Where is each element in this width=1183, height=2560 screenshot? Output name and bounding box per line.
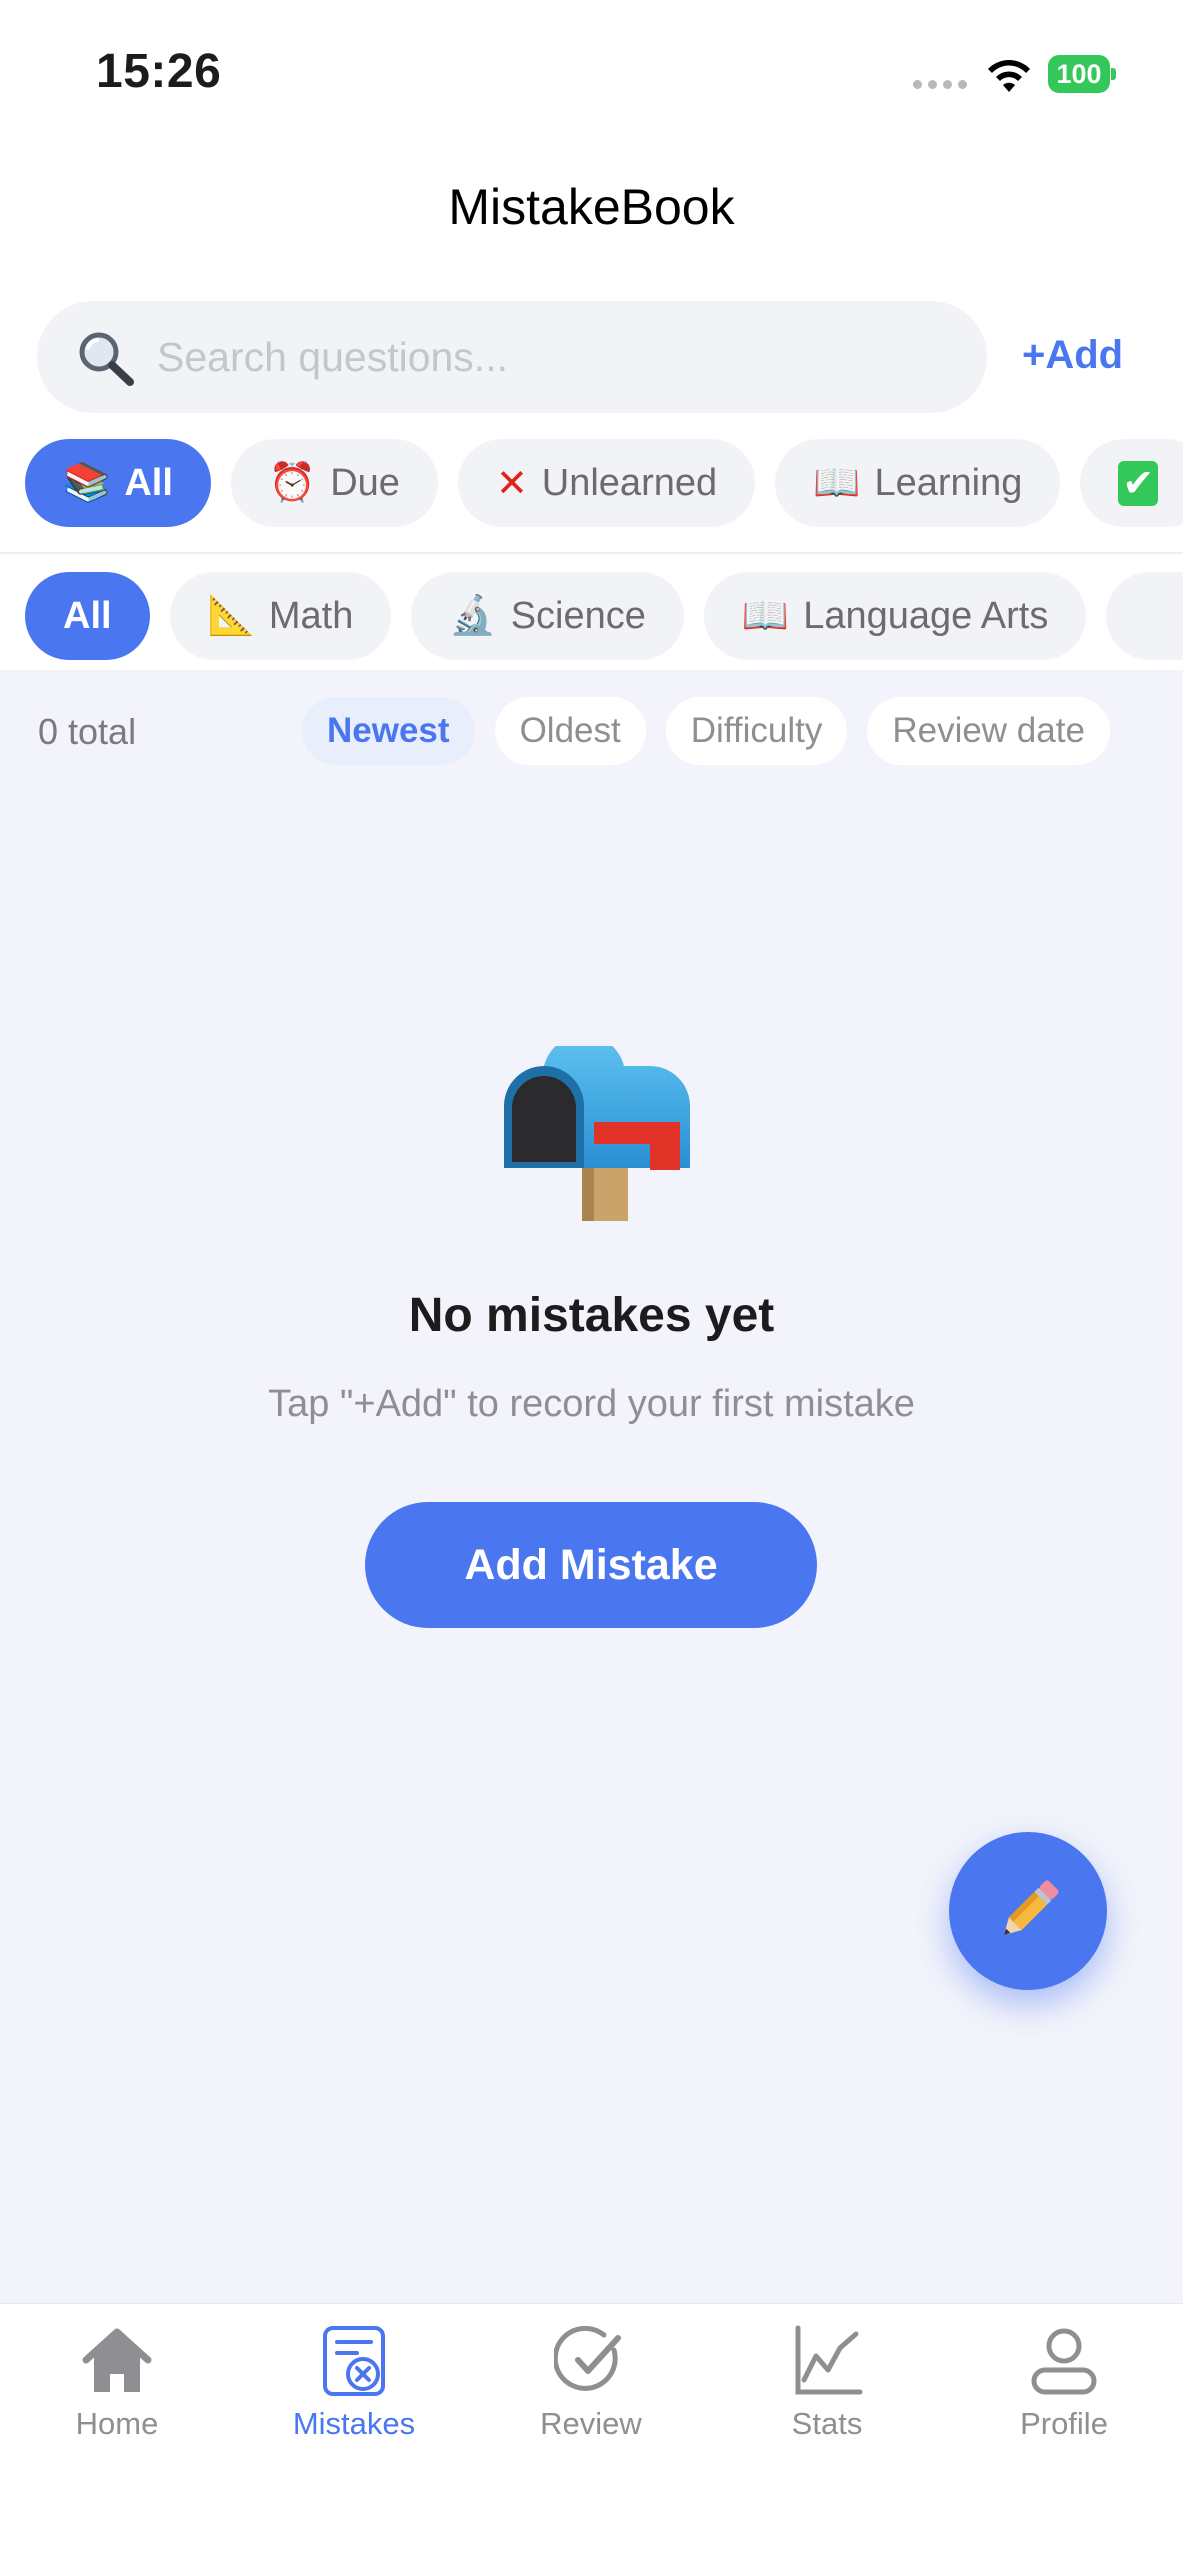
triangle-ruler-icon: 📐: [207, 595, 255, 637]
sort-oldest[interactable]: Oldest: [494, 697, 646, 765]
sort-newest[interactable]: Newest: [302, 697, 475, 765]
chip-label: Unlearned: [541, 461, 718, 504]
chip-label: All: [124, 461, 173, 504]
subject-chip-math[interactable]: 📐 Math: [169, 572, 392, 660]
sort-difficulty[interactable]: Difficulty: [665, 697, 848, 765]
total-count: 0 total: [38, 711, 137, 752]
open-book-icon: 📖: [741, 595, 790, 637]
empty-state-title: No mistakes yet: [408, 1289, 775, 1342]
subject-chip-all[interactable]: All: [25, 572, 150, 660]
cross-mark-icon: ✕: [495, 462, 528, 505]
search-icon: [79, 332, 134, 386]
chip-label: Due: [330, 461, 400, 504]
stats-chart-icon: [795, 2325, 863, 2395]
filter-chip-all[interactable]: 📚 All: [25, 439, 211, 527]
review-check-icon: [554, 2325, 621, 2391]
chip-label: Language Arts: [803, 594, 1049, 637]
tab-label: Profile: [1020, 2406, 1108, 2441]
search-input[interactable]: [157, 301, 957, 413]
filter-chip-due[interactable]: ⏰ Due: [230, 439, 438, 527]
wifi-icon: [988, 60, 1030, 92]
subject-chip-language-arts[interactable]: 📖 Language Arts: [703, 572, 1087, 660]
filter-chip-unlearned[interactable]: ✕ Unlearned: [457, 439, 756, 527]
filter-chip-learning[interactable]: 📖 Learning: [775, 439, 1061, 527]
alarm-clock-icon: ⏰: [268, 462, 317, 504]
search-bar[interactable]: [37, 301, 987, 413]
add-mistake-button[interactable]: Add Mistake: [365, 1502, 817, 1628]
profile-icon: [1031, 2328, 1097, 2395]
subject-chip-more[interactable]: [1106, 572, 1183, 660]
sort-review-date[interactable]: Review date: [867, 697, 1110, 765]
tab-profile[interactable]: Profile: [964, 2324, 1164, 2442]
books-icon: 📚: [63, 462, 111, 504]
divider: [0, 552, 1183, 554]
tab-label: Review: [540, 2406, 642, 2441]
chip-label: Learning: [874, 461, 1023, 504]
tab-bar: Home Mistakes Review Stats Profile: [0, 2303, 1183, 2560]
check-mark-icon: ✔: [1118, 460, 1159, 506]
tab-label: Mistakes: [292, 2406, 416, 2441]
microscope-icon: 🔬: [449, 595, 497, 637]
add-button[interactable]: +Add: [1022, 333, 1123, 378]
battery-icon: 100: [1048, 55, 1116, 93]
page-title: MistakeBook: [448, 179, 735, 235]
filter-chip-learned[interactable]: ✔: [1080, 439, 1183, 527]
chip-label: All: [63, 594, 112, 637]
add-mistake-fab[interactable]: [949, 1832, 1107, 1990]
tab-review[interactable]: Review: [491, 2324, 691, 2442]
subject-chip-science[interactable]: 🔬 Science: [411, 572, 684, 660]
pencil-icon: [1003, 1880, 1059, 1936]
open-book-icon: 📖: [813, 462, 861, 504]
chip-label: Science: [510, 594, 646, 637]
sort-options: Newest Oldest Difficulty Review date: [302, 697, 1110, 765]
home-icon: [82, 2328, 152, 2392]
mistakes-icon: [323, 2326, 385, 2396]
status-time: 15:26: [96, 45, 222, 98]
battery-level: 100: [1048, 55, 1110, 93]
empty-state-subtitle: Tap "+Add" to record your first mistake: [268, 1383, 915, 1425]
tab-mistakes[interactable]: Mistakes: [254, 2324, 454, 2442]
tab-label: Stats: [791, 2406, 863, 2441]
tab-home[interactable]: Home: [17, 2324, 217, 2442]
tab-stats[interactable]: Stats: [727, 2324, 927, 2442]
tab-label: Home: [75, 2406, 159, 2441]
mailbox-icon: [504, 1046, 690, 1221]
chip-label: Math: [268, 594, 354, 637]
cellular-signal-icon: [913, 80, 967, 89]
